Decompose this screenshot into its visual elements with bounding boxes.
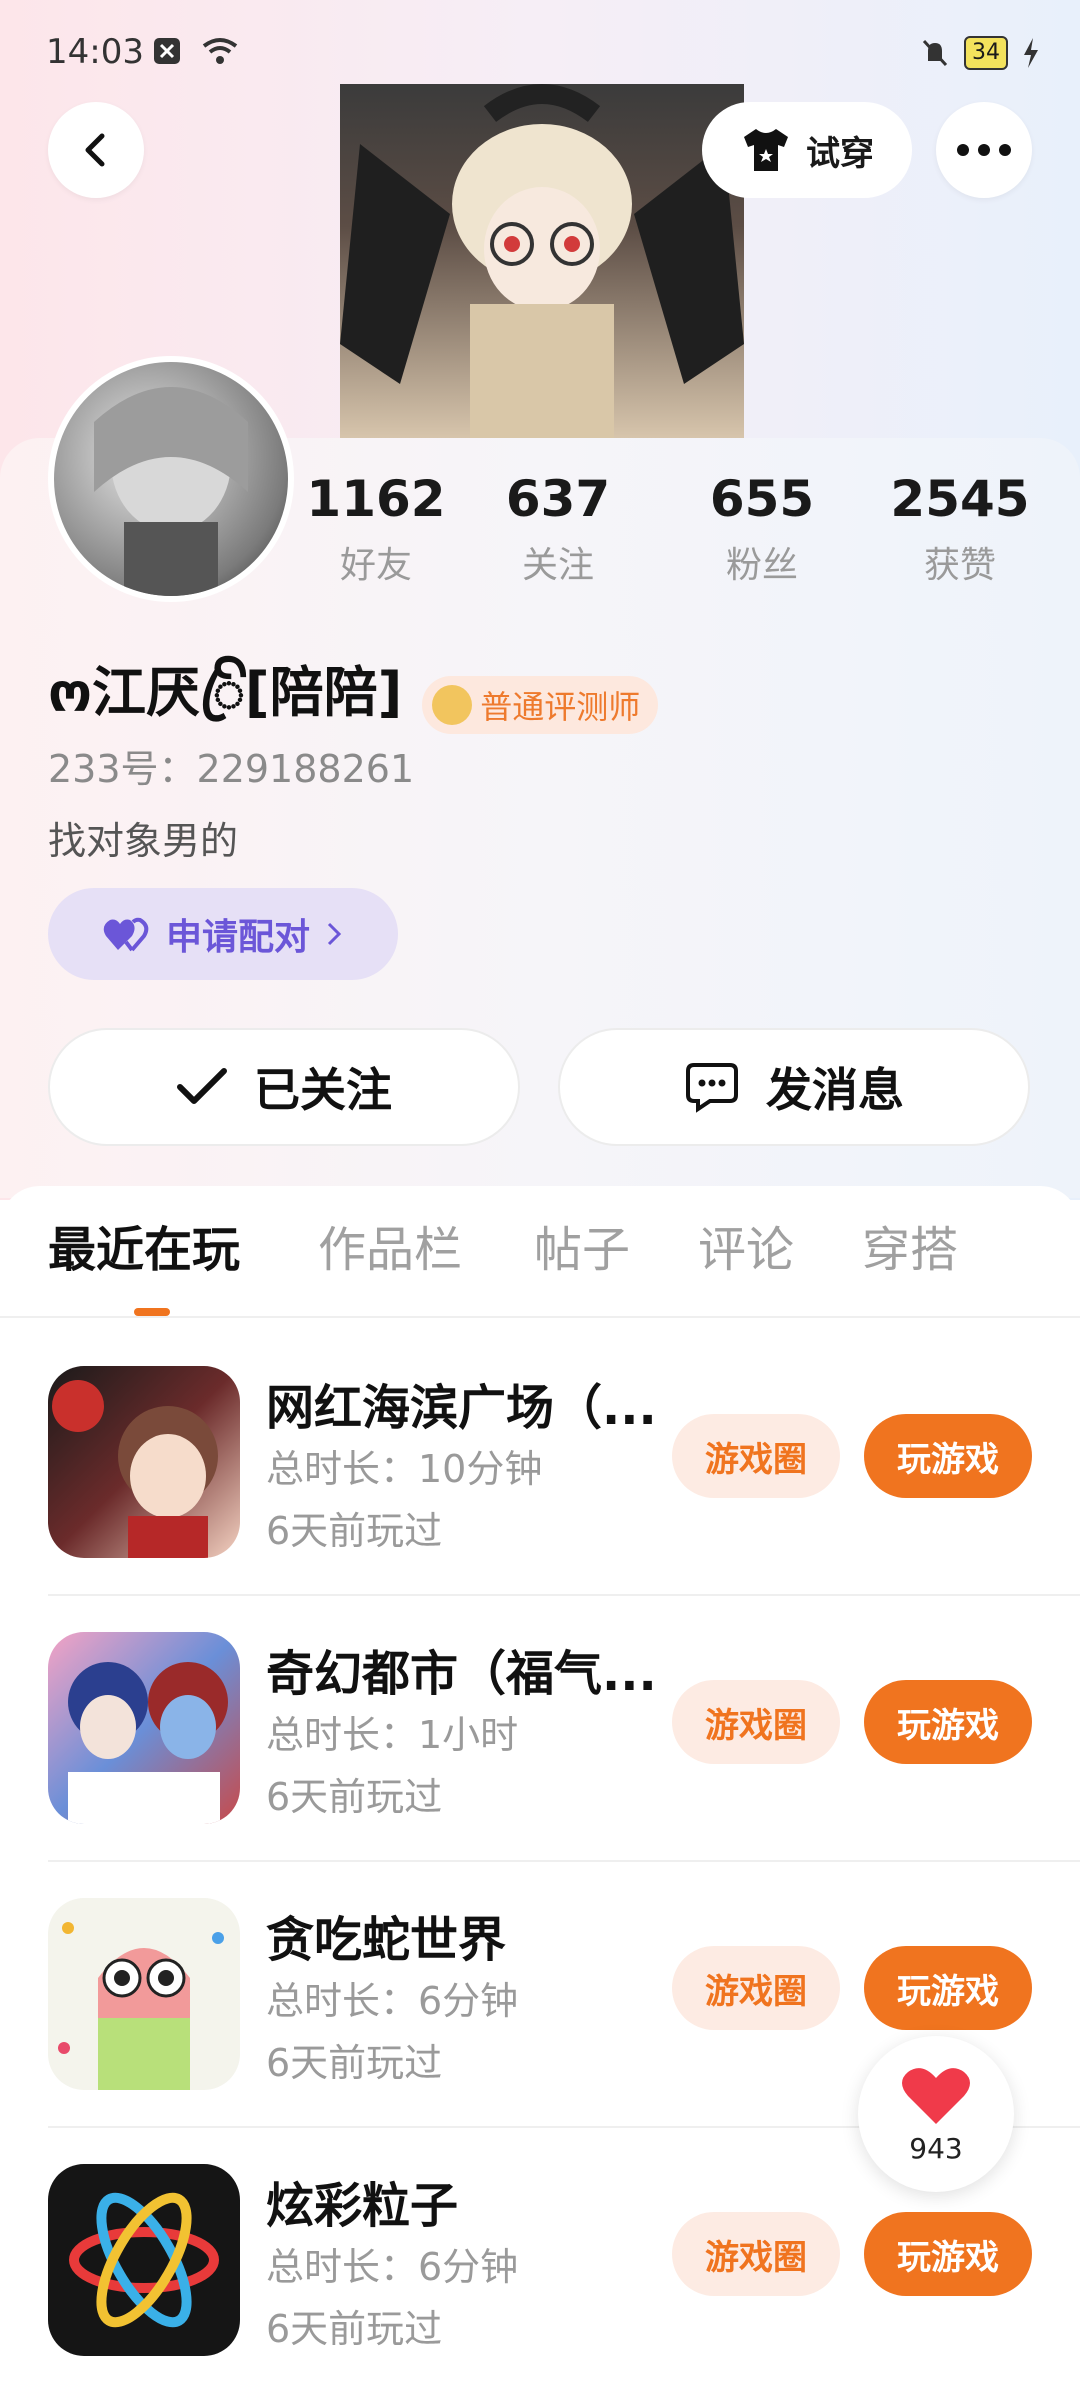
character-illustration [340,84,744,440]
stats-row: 1162 好友 637 关注 655 粉丝 2545 获赞 [300,470,1060,588]
tab-outfits[interactable]: 穿搭 [862,1210,958,1280]
game-art-image [68,1662,228,1824]
game-title: 贪吃蛇世界 [266,1912,507,1968]
game-last-played: 6天前玩过 [266,1509,443,1553]
stat-following[interactable]: 637 关注 [452,470,664,588]
heart-icon [902,2067,970,2124]
stat-label: 粉丝 [725,545,798,586]
mute-icon [922,39,948,67]
game-art-image [58,1922,224,2090]
like-float-button[interactable]: 943 [858,2036,1014,2192]
chat-bubble-icon [686,1063,738,1113]
user-id: 233号：229188261 [48,747,415,791]
status-icons-right: 34 [920,36,1040,70]
stat-value: 655 [709,470,815,528]
stat-value: 637 [505,470,611,528]
more-button[interactable] [936,102,1032,198]
game-circle-button[interactable]: 游戏圈 [672,1946,840,2030]
back-button[interactable] [48,102,144,198]
game-art-image [52,1380,218,1558]
game-row[interactable]: 网红海滨广场（... 总时长：10分钟 6天前玩过 游戏圈 玩游戏 [0,1334,1080,1600]
apply-match-button[interactable]: 申请配对 [48,888,398,980]
chevron-right-icon [327,922,342,946]
tab-posts[interactable]: 帖子 [534,1210,630,1280]
play-game-button[interactable]: 玩游戏 [864,2212,1032,2296]
game-icon [48,1632,240,1824]
stat-value: 2545 [890,470,1030,528]
followed-button[interactable]: 已关注 [48,1028,520,1146]
game-duration: 总时长：6分钟 [266,2245,519,2289]
apply-match-label: 申请配对 [165,917,310,958]
notification-icon [154,38,180,64]
chevron-left-icon [85,133,105,167]
more-dots-icon [957,144,1011,156]
tab-bar: 最近在玩 作品栏 帖子 评论 穿搭 [0,1210,1080,1318]
game-duration: 总时长：6分钟 [266,1979,519,2023]
tabs-divider [0,1316,1080,1318]
game-last-played: 6天前玩过 [266,2041,443,2085]
stat-fans[interactable]: 655 粉丝 [664,470,860,588]
wifi-icon [202,38,238,64]
followed-label: 已关注 [254,1063,392,1117]
tab-recently-played[interactable]: 最近在玩 [48,1210,240,1280]
stat-friends[interactable]: 1162 好友 [300,470,452,588]
avatar[interactable] [48,356,294,602]
game-duration: 总时长：1小时 [266,1713,519,1757]
row-divider [48,1594,1080,1596]
stat-likes[interactable]: 2545 获赞 [860,470,1060,588]
game-circle-button[interactable]: 游戏圈 [672,2212,840,2296]
checkmark-icon [177,1068,227,1104]
game-icon [48,2164,240,2356]
stat-value: 1162 [306,470,446,528]
stat-label: 获赞 [923,545,996,586]
send-message-label: 发消息 [766,1063,904,1117]
status-time: 14:03 [46,32,144,72]
like-count: 943 [909,2131,963,2165]
game-title: 网红海滨广场（... [266,1380,656,1436]
avatar-illustration [94,387,248,596]
send-message-button[interactable]: 发消息 [558,1028,1030,1146]
stat-label: 好友 [339,545,412,586]
game-title: 奇幻都市（福气... [266,1646,656,1702]
hearts-icon [103,917,149,952]
play-game-button[interactable]: 玩游戏 [864,1414,1032,1498]
game-row[interactable]: 奇幻都市（福气... 总时长：1小时 6天前玩过 游戏圈 玩游戏 [0,1600,1080,1866]
play-game-button[interactable]: 玩游戏 [864,1946,1032,2030]
game-circle-button[interactable]: 游戏圈 [672,1680,840,1764]
tab-works[interactable]: 作品栏 [318,1210,462,1280]
try-on-label: 试穿 [806,133,874,174]
active-tab-indicator [134,1308,170,1316]
shirt-icon [744,129,788,171]
row-divider [48,1860,1080,1862]
status-icons-left [152,36,240,66]
game-duration: 总时长：10分钟 [266,1447,543,1491]
game-art-image [69,2192,219,2328]
badge-icon [432,684,473,725]
reviewer-badge[interactable]: 普通评测师 [422,675,659,734]
game-icon [48,1898,240,2090]
game-last-played: 6天前玩过 [266,2307,443,2351]
game-title: 炫彩粒子 [266,2178,459,2234]
try-on-button[interactable]: 试穿 [702,102,912,198]
stat-label: 关注 [521,545,594,586]
charging-icon [1024,38,1038,68]
battery-indicator: 34 [964,36,1008,70]
play-game-button[interactable]: 玩游戏 [864,1680,1032,1764]
badge-label: 普通评测师 [480,687,641,726]
game-last-played: 6天前玩过 [266,1775,443,1819]
tab-comments[interactable]: 评论 [698,1210,794,1280]
bio: 找对象男的 [48,819,239,863]
game-circle-button[interactable]: 游戏圈 [672,1414,840,1498]
avatar-character-image[interactable] [340,84,744,440]
game-icon [48,1366,240,1558]
